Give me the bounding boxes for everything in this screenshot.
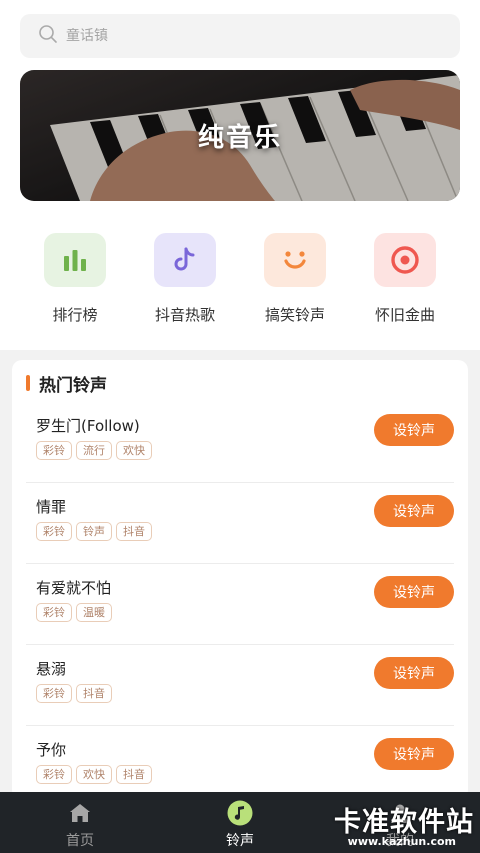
tag: 温暖: [76, 603, 112, 622]
song-row[interactable]: 罗生门(Follow) 彩铃 流行 欢快 设铃声: [26, 402, 454, 483]
tag: 彩铃: [36, 441, 72, 460]
tag: 欢快: [116, 441, 152, 460]
category-funny-ringtones[interactable]: 搞笑铃声: [240, 233, 350, 333]
song-title: 悬溺: [36, 660, 67, 678]
tag: 流行: [76, 441, 112, 460]
set-ringtone-button[interactable]: 设铃声: [374, 414, 454, 446]
section-accent-bar: [26, 375, 30, 391]
watermark-url: www.kazhun.com: [347, 835, 456, 848]
tag: 欢快: [76, 765, 112, 784]
song-row[interactable]: 情罪 彩铃 铃声 抖音 设铃声: [26, 483, 454, 564]
tag-list: 彩铃 铃声 抖音: [36, 522, 156, 541]
category-classic-oldies[interactable]: 怀旧金曲: [350, 233, 460, 333]
tag: 抖音: [76, 684, 112, 703]
music-note-icon: [227, 800, 253, 826]
category-label: 怀旧金曲: [374, 306, 435, 324]
tag-list: 彩铃 流行 欢快: [36, 441, 156, 460]
tab-ringtones[interactable]: 铃声: [180, 792, 300, 853]
category-ranking[interactable]: 排行榜: [20, 233, 130, 333]
set-ringtone-button[interactable]: 设铃声: [374, 576, 454, 608]
search-input[interactable]: [66, 28, 426, 44]
search-bar[interactable]: [20, 14, 460, 58]
tab-label: 铃声: [226, 833, 254, 849]
tab-home[interactable]: 首页: [20, 792, 140, 853]
section-header: 热门铃声: [26, 372, 107, 396]
tag: 抖音: [116, 522, 152, 541]
tag: 彩铃: [36, 603, 72, 622]
song-title: 罗生门(Follow): [36, 417, 140, 435]
disc-icon: [374, 233, 436, 287]
category-label: 排行榜: [52, 306, 98, 324]
category-label: 搞笑铃声: [264, 306, 325, 324]
tag: 抖音: [116, 765, 152, 784]
song-row[interactable]: 有爱就不怕 彩铃 温暖 设铃声: [26, 564, 454, 645]
tag: 彩铃: [36, 522, 72, 541]
song-title: 情罪: [36, 498, 67, 516]
banner-title: 纯音乐: [197, 123, 282, 153]
banner[interactable]: 纯音乐: [20, 70, 460, 201]
hot-ringtones-card: 热门铃声 罗生门(Follow) 彩铃 流行 欢快 设铃声 情罪 彩铃 铃声 抖…: [12, 360, 468, 800]
song-title: 予你: [36, 741, 67, 759]
tab-label: 首页: [66, 833, 94, 849]
category-row: 排行榜 抖音热歌 搞笑铃声 怀旧金曲: [0, 233, 480, 333]
section-title: 热门铃声: [39, 375, 107, 396]
set-ringtone-button[interactable]: 设铃声: [374, 657, 454, 689]
song-title: 有爱就不怕: [36, 579, 112, 597]
tag: 铃声: [76, 522, 112, 541]
tiktok-icon: [154, 233, 216, 287]
watermark: 卡准软件站: [334, 807, 474, 838]
song-row[interactable]: 悬溺 彩铃 抖音 设铃声: [26, 645, 454, 726]
tag-list: 彩铃 欢快 抖音: [36, 765, 156, 784]
set-ringtone-button[interactable]: 设铃声: [374, 495, 454, 527]
category-douyin-hits[interactable]: 抖音热歌: [130, 233, 240, 333]
search-icon: [38, 24, 58, 48]
smile-icon: [264, 233, 326, 287]
tag: 彩铃: [36, 684, 72, 703]
top-area: 纯音乐 排行榜 抖音热歌 搞笑铃声 怀旧金曲: [0, 0, 480, 350]
tag: 彩铃: [36, 765, 72, 784]
bar-chart-icon: [44, 233, 106, 287]
set-ringtone-button[interactable]: 设铃声: [374, 738, 454, 770]
tag-list: 彩铃 抖音: [36, 684, 116, 703]
tag-list: 彩铃 温暖: [36, 603, 116, 622]
category-label: 抖音热歌: [154, 306, 215, 324]
home-icon: [67, 800, 93, 826]
